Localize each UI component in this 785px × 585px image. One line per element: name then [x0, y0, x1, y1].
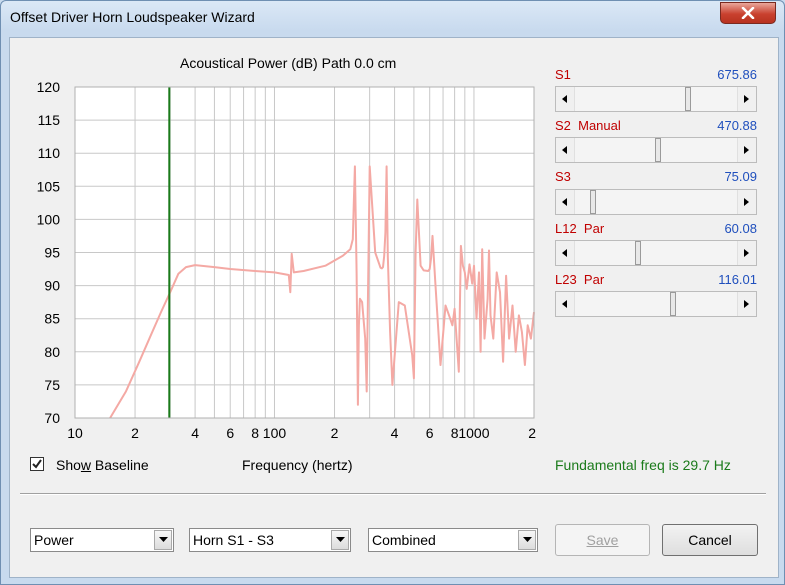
- slider-s1-name: S1: [555, 67, 571, 82]
- y-tick-label: 85: [44, 311, 60, 327]
- close-icon: [741, 7, 755, 19]
- y-tick-label: 95: [44, 245, 60, 261]
- mode-dropdown[interactable]: Power: [30, 528, 174, 552]
- slider-l12-name: L12 Par: [555, 221, 605, 236]
- slider-s1-thumb[interactable]: [685, 87, 691, 111]
- dialog-client-area: Acoustical Power (dB) Path 0.0 cm 120 115…: [9, 37, 779, 578]
- combined-dropdown-button[interactable]: [518, 530, 536, 550]
- combined-dropdown[interactable]: Combined: [368, 528, 538, 552]
- slider-l23-thumb[interactable]: [670, 292, 676, 316]
- slider-s2-name: S2 Manual: [555, 118, 621, 133]
- slider-l23-left-button[interactable]: [556, 292, 575, 316]
- slider-s3[interactable]: [555, 189, 757, 215]
- slider-l12-right-button[interactable]: [737, 241, 756, 265]
- cancel-button[interactable]: Cancel: [662, 524, 758, 556]
- cancel-button-label: Cancel: [688, 532, 732, 548]
- slider-s1-right-button[interactable]: [737, 87, 756, 111]
- y-tick-label: 110: [38, 145, 61, 161]
- frequency-response-chart: 12011511010510095908580757010 2 4 6 8 100 2 4 6 8…: [37, 79, 537, 441]
- show-baseline-checkbox[interactable]: [30, 457, 44, 471]
- show-baseline-label-part: Sho: [56, 457, 81, 473]
- horn-dropdown[interactable]: Horn S1 - S3: [189, 528, 351, 552]
- slider-l12[interactable]: [555, 240, 757, 266]
- y-tick-label: 100: [37, 211, 61, 227]
- slider-l23-name: L23 Par: [555, 272, 605, 287]
- slider-l23-value: 116.01: [718, 272, 757, 287]
- save-button-label: Save: [586, 532, 619, 548]
- arrow-left-icon: [562, 146, 567, 154]
- y-tick-label: 75: [44, 377, 60, 393]
- horn-dropdown-button[interactable]: [331, 530, 349, 550]
- slider-l23-right-button[interactable]: [737, 292, 756, 316]
- slider-s3-name: S3: [555, 169, 571, 184]
- checkmark-icon: [32, 459, 42, 469]
- mode-dropdown-value: Power: [34, 532, 74, 548]
- arrow-right-icon: [744, 95, 749, 103]
- arrow-left-icon: [562, 198, 567, 206]
- arrow-right-icon: [744, 198, 749, 206]
- x-tick-label: 10: [67, 425, 83, 441]
- arrow-right-icon: [744, 146, 749, 154]
- x-tick-label: 2: [331, 425, 339, 441]
- slider-s2-left-button[interactable]: [556, 138, 575, 162]
- x-tick-label: 6: [226, 425, 234, 441]
- slider-s1-left-button[interactable]: [556, 87, 575, 111]
- chevron-down-icon: [159, 537, 168, 542]
- x-tick-label: 1000: [458, 425, 489, 441]
- show-baseline-label-accel: w: [80, 457, 92, 473]
- x-tick-label: 6: [426, 425, 434, 441]
- x-tick-label: 100: [263, 425, 287, 441]
- horn-dropdown-value: Horn S1 - S3: [193, 532, 274, 548]
- arrow-left-icon: [562, 249, 567, 257]
- slider-s2-right-button[interactable]: [737, 138, 756, 162]
- slider-l12-thumb[interactable]: [635, 241, 641, 265]
- arrow-left-icon: [562, 95, 567, 103]
- x-tick-label: 2: [131, 425, 139, 441]
- show-baseline-label[interactable]: Show Baseline: [56, 457, 149, 473]
- slider-s2-value: 470.88: [717, 118, 757, 133]
- dialog-window: Offset Driver Horn Loudspeaker Wizard Ac…: [0, 0, 785, 585]
- y-tick-label: 120: [37, 79, 61, 95]
- slider-s2[interactable]: [555, 137, 757, 163]
- x-axis-label: Frequency (hertz): [242, 457, 353, 473]
- arrow-right-icon: [744, 300, 749, 308]
- separator-line: [20, 493, 766, 495]
- x-tick-label: 4: [391, 425, 399, 441]
- window-title: Offset Driver Horn Loudspeaker Wizard: [10, 9, 255, 25]
- close-button[interactable]: [720, 2, 776, 24]
- y-tick-label: 70: [44, 410, 60, 426]
- chevron-down-icon: [336, 537, 345, 542]
- slider-s3-thumb[interactable]: [590, 190, 596, 214]
- fundamental-freq-status: Fundamental freq is 29.7 Hz: [555, 457, 731, 473]
- show-baseline-label-rest: Baseline: [91, 457, 149, 473]
- slider-l12-left-button[interactable]: [556, 241, 575, 265]
- combined-dropdown-value: Combined: [372, 532, 436, 548]
- x-tick-label: 8: [251, 425, 259, 441]
- arrow-right-icon: [744, 249, 749, 257]
- arrow-left-icon: [562, 300, 567, 308]
- slider-s2-thumb[interactable]: [655, 138, 661, 162]
- y-tick-label: 115: [38, 112, 61, 128]
- slider-s3-value: 75.09: [724, 169, 757, 184]
- x-tick-label: 4: [191, 425, 199, 441]
- slider-l23[interactable]: [555, 291, 757, 317]
- x-tick-label: 2: [528, 425, 536, 441]
- mode-dropdown-button[interactable]: [154, 530, 172, 550]
- slider-l12-value: 60.08: [724, 221, 757, 236]
- slider-s1[interactable]: [555, 86, 757, 112]
- slider-s1-value: 675.86: [717, 67, 757, 82]
- save-button[interactable]: Save: [555, 524, 650, 556]
- slider-s3-left-button[interactable]: [556, 190, 575, 214]
- y-tick-label: 90: [44, 278, 60, 294]
- y-tick-label: 80: [44, 344, 60, 360]
- y-tick-label: 105: [37, 178, 61, 194]
- chevron-down-icon: [523, 537, 532, 542]
- slider-s3-right-button[interactable]: [737, 190, 756, 214]
